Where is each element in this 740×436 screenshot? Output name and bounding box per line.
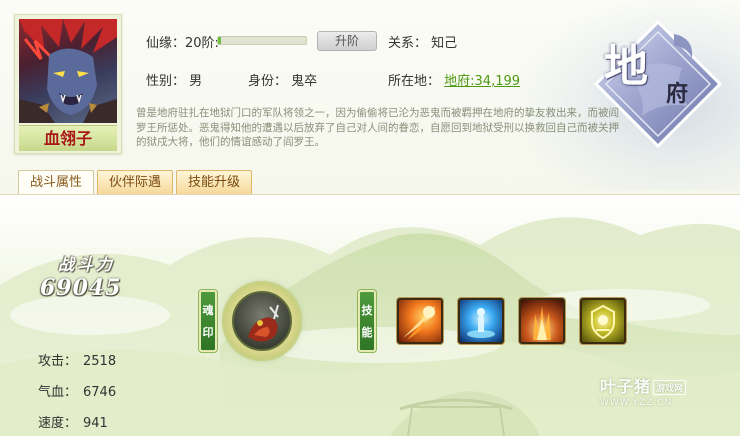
portrait-card: 血翎子 <box>14 14 122 154</box>
relation-value: 知己 <box>431 36 458 51</box>
character-name: 血翎子 <box>19 125 117 151</box>
emblem-char-main: 地 <box>604 41 648 92</box>
character-panel: 血翎子 仙缘：20阶: 升阶 关系： 知己 性别： 男 身份： 鬼卒 所在地： … <box>0 0 740 436</box>
identity-row: 身份： 鬼卒 <box>248 70 317 89</box>
stat-attack-value: 2518 <box>83 354 117 369</box>
location-link[interactable]: 地府:34,199 <box>444 74 520 89</box>
golden-shield-icon[interactable] <box>580 298 626 344</box>
xianyuan-progress-fill <box>218 37 221 44</box>
skill-label-text: 技能 <box>361 304 373 339</box>
xianyuan-label: 仙缘：20阶: <box>146 36 219 51</box>
water-spirit-icon[interactable] <box>458 298 504 344</box>
stat-hp: 气血： 6746 <box>38 381 116 400</box>
identity-label: 身份： <box>248 74 288 89</box>
stat-speed: 速度： 941 <box>38 412 108 431</box>
flame-burst-icon[interactable] <box>519 298 565 344</box>
gender-label: 性别： <box>146 74 186 89</box>
watermark-tag: 游戏网 <box>653 380 687 395</box>
fire-meteor-icon[interactable] <box>397 298 443 344</box>
combat-power-value: 69045 <box>40 275 122 301</box>
xianyuan-progress-bar <box>217 36 307 45</box>
location-label: 所在地： <box>388 74 441 89</box>
combat-power-label: 战斗力 <box>58 255 116 274</box>
tab-partner-encounters[interactable]: 伙伴际遇 <box>97 170 173 194</box>
skill-label: 技能 <box>358 290 376 352</box>
soul-seal-label: 魂印 <box>199 290 217 352</box>
soul-seal-slot[interactable] <box>224 283 300 359</box>
watermark-url: WWW.YZZ.CN <box>600 398 673 408</box>
site-watermark: 叶子猪 游戏网 WWW.YZZ.CN <box>600 373 700 408</box>
stat-speed-label: 速度： <box>38 416 78 431</box>
faction-emblem: 地 府 <box>590 16 726 152</box>
watermark-brand: 叶子猪 <box>600 377 652 396</box>
combat-attributes-panel: 战斗力 69045 攻击： 2518 气血： 6746 速度： 941 魂印 技… <box>0 195 740 436</box>
soul-seal-label-text: 魂印 <box>202 304 214 339</box>
tab-skill-upgrade[interactable]: 技能升级 <box>176 170 252 194</box>
location-row: 所在地： 地府:34,199 <box>388 70 520 89</box>
tab-combat-attributes[interactable]: 战斗属性 <box>18 170 94 195</box>
stat-attack: 攻击： 2518 <box>38 350 116 369</box>
relation-row: 关系： 知己 <box>388 32 457 51</box>
stat-hp-value: 6746 <box>83 385 117 400</box>
stat-attack-label: 攻击： <box>38 354 78 369</box>
character-portrait <box>19 19 117 123</box>
gender-row: 性别： 男 <box>146 70 202 89</box>
upgrade-button[interactable]: 升阶 <box>317 31 377 51</box>
relation-label: 关系： <box>388 36 428 51</box>
soul-seal-icon <box>232 291 292 351</box>
emblem-char-sub: 府 <box>666 81 689 107</box>
character-description: 曾是地府驻扎在地狱门口的军队将领之一，因为偷偷将已沦为恶鬼而被羁押在地府的挚友救… <box>136 107 619 148</box>
gender-value: 男 <box>189 74 203 89</box>
stat-speed-value: 941 <box>83 416 108 431</box>
stat-hp-label: 气血： <box>38 385 78 400</box>
identity-value: 鬼卒 <box>291 74 318 89</box>
